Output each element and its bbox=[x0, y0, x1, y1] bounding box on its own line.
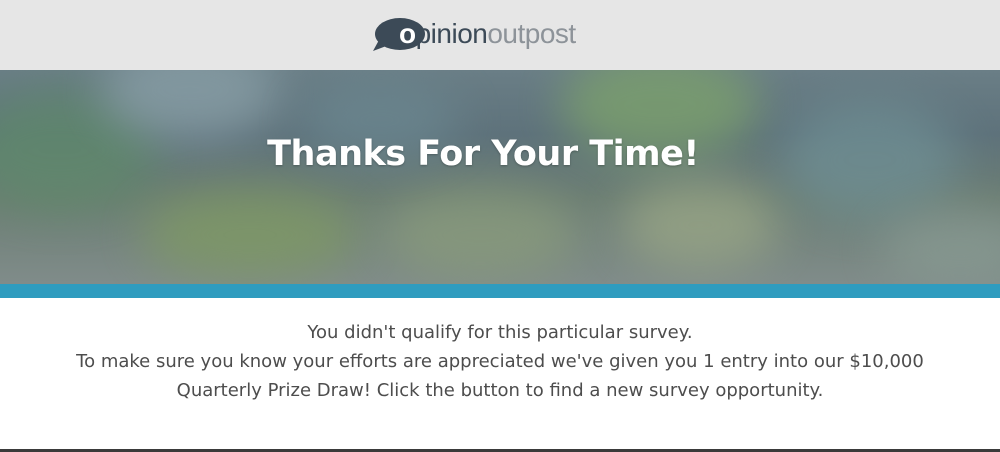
hero-background-blur bbox=[880, 210, 1000, 284]
hero-background-blur bbox=[620, 180, 780, 270]
message-line-prize-draw: Quarterly Prize Draw! Click the button t… bbox=[176, 380, 824, 401]
site-header: o pinion outpost bbox=[0, 0, 1000, 70]
status-message: You didn't qualify for this particular s… bbox=[0, 318, 1000, 405]
page-title: Thanks For Your Time! bbox=[267, 134, 699, 174]
hero-background-blur bbox=[380, 190, 580, 280]
logo-wordmark: o pinion outpost bbox=[399, 20, 576, 48]
accent-divider bbox=[0, 284, 1000, 298]
message-line-entry: To make sure you know your efforts are a… bbox=[76, 351, 924, 372]
hero-banner: Thanks For Your Time! bbox=[0, 70, 1000, 284]
hero-background-blur bbox=[140, 190, 360, 280]
logo-letter-o: o bbox=[399, 18, 416, 49]
speech-bubble-icon bbox=[371, 15, 425, 53]
opinion-outpost-logo[interactable]: o pinion outpost bbox=[371, 13, 576, 55]
logo-word-opinion: pinion bbox=[415, 18, 488, 49]
message-line-not-qualified: You didn't qualify for this particular s… bbox=[307, 322, 693, 343]
logo-word-outpost: outpost bbox=[487, 18, 576, 49]
